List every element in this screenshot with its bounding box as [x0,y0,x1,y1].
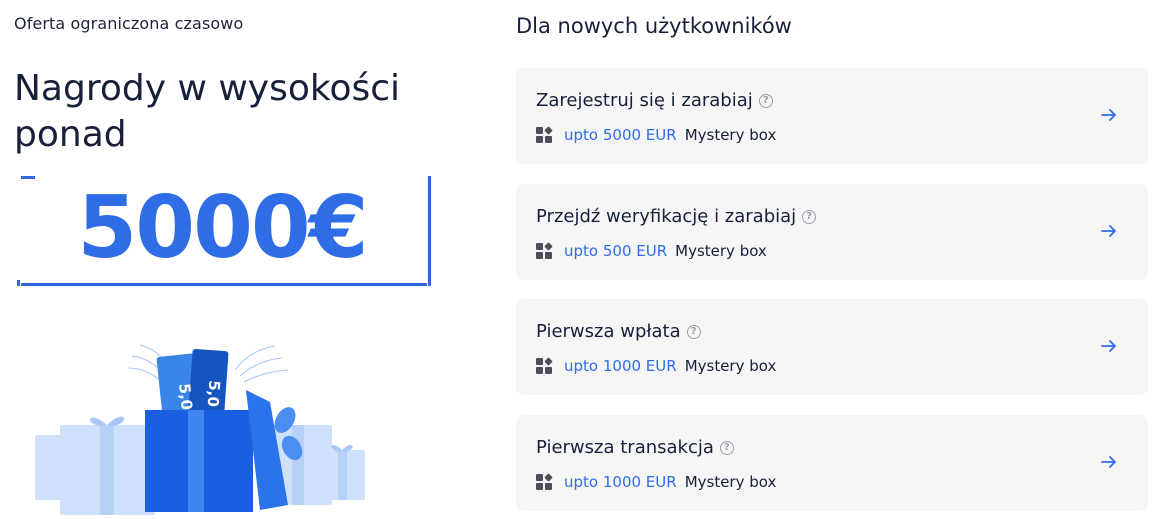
reward-row: upto 1000 EUR Mystery box [536,473,776,491]
frame-decoration [21,283,427,286]
promo-amount-frame: 5000€ [17,176,431,286]
frame-decoration [17,280,20,286]
reward-row: upto 5000 EUR Mystery box [536,126,776,144]
frame-decoration [428,176,431,286]
task-title-row: Przejdź weryfikację i zarabiaj ? [536,206,817,227]
ticket-label: 5,0 [175,383,196,411]
reward-type: Mystery box [684,357,777,375]
promo-amount: 5000€ [77,178,368,278]
task-title: Pierwsza wpłata [536,321,681,342]
task-title: Pierwsza transakcja [536,437,714,458]
task-title-row: Zarejestruj się i zarabiaj ? [536,90,773,111]
task-card-register[interactable]: Zarejestruj się i zarabiaj ? upto 5000 E… [516,68,1148,164]
arrow-right-icon[interactable] [1100,106,1118,124]
task-title-row: Pierwsza wpłata ? [536,321,701,342]
gift-box-illustration: 5,0 5,0 [35,344,365,515]
task-card-first-trade[interactable]: Pierwsza transakcja ? upto 1000 EUR Myst… [516,415,1148,511]
tasks-section-title: Dla nowych użytkowników [516,14,792,38]
reward-type: Mystery box [675,242,767,260]
reward-amount: upto 500 EUR [564,242,668,260]
promo-headline: Nagrody w wysokości ponad [14,68,401,155]
reward-type: Mystery box [684,473,777,491]
mystery-box-icon [536,473,553,490]
mystery-box-icon [536,126,553,143]
reward-row: upto 500 EUR Mystery box [536,242,767,260]
task-card-first-deposit[interactable]: Pierwsza wpłata ? upto 1000 EUR Mystery … [516,299,1148,395]
task-title: Przejdź weryfikację i zarabiaj [536,206,797,227]
task-card-verification[interactable]: Przejdź weryfikację i zarabiaj ? upto 50… [516,184,1148,280]
reward-amount: upto 5000 EUR [564,126,677,144]
mystery-box-icon [536,242,553,259]
reward-type: Mystery box [684,126,777,144]
task-title: Zarejestruj się i zarabiaj [536,90,753,111]
reward-amount: upto 1000 EUR [564,473,677,491]
question-circle-icon[interactable]: ? [686,324,701,339]
task-title-row: Pierwsza transakcja ? [536,437,734,458]
arrow-right-icon[interactable] [1100,337,1118,355]
reward-amount: upto 1000 EUR [564,357,677,375]
question-circle-icon[interactable]: ? [802,209,817,224]
promo-panel: Oferta ograniczona czasowo Nagrody w wys… [0,0,460,519]
tasks-panel: Dla nowych użytkowników Zarejestruj się … [516,0,1150,519]
question-circle-icon[interactable]: ? [758,93,773,108]
promo-eyebrow: Oferta ograniczona czasowo [14,14,244,33]
ticket-label: 5,0 [204,380,224,408]
mystery-box-icon [536,357,553,374]
question-circle-icon[interactable]: ? [719,440,734,455]
reward-row: upto 1000 EUR Mystery box [536,357,776,375]
arrow-right-icon[interactable] [1100,453,1118,471]
arrow-right-icon[interactable] [1100,222,1118,240]
